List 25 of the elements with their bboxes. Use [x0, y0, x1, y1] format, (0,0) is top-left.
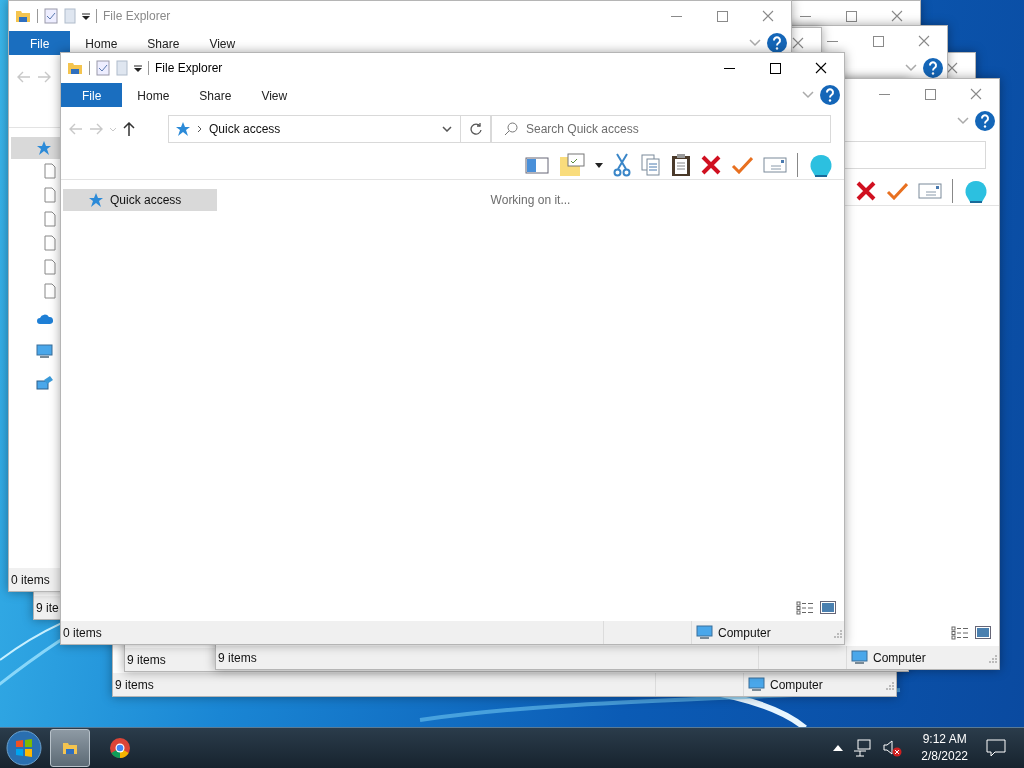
ribbon-tab[interactable]: Home	[122, 83, 185, 107]
clock-time[interactable]: 9:12 AM	[922, 731, 967, 748]
item-count: 9 items	[126, 652, 166, 667]
item-count: 0 items	[62, 625, 102, 640]
location-label: Computer	[718, 625, 771, 640]
window-title: File Explorer	[103, 9, 171, 23]
file-menu-tab[interactable]: File	[9, 31, 71, 55]
clock-date[interactable]: 2/8/2022	[921, 748, 968, 765]
address-field[interactable]: Quick access	[168, 115, 461, 143]
ribbon-tab[interactable]: View	[194, 31, 251, 55]
file-menu-tab[interactable]: File	[61, 83, 123, 107]
window-title: File Explorer	[155, 61, 223, 75]
loading-message: Working on it...	[490, 193, 571, 207]
location-label: Computer	[770, 677, 823, 692]
ribbon-tab[interactable]: Share	[184, 83, 247, 107]
ribbon-tab[interactable]: Share	[132, 31, 195, 55]
search-field[interactable]: Search Quick access	[491, 115, 831, 143]
location-label: Computer	[873, 650, 926, 665]
item-count: 9 items	[114, 677, 154, 692]
item-count: 9 ite	[35, 600, 59, 615]
item-count: 9 items	[217, 650, 257, 665]
item-count: 0 items	[10, 572, 50, 587]
ribbon-tab[interactable]: Home	[70, 31, 133, 55]
nav-item[interactable]: Quick access	[63, 189, 217, 211]
ribbon-tab[interactable]: View	[246, 83, 303, 107]
